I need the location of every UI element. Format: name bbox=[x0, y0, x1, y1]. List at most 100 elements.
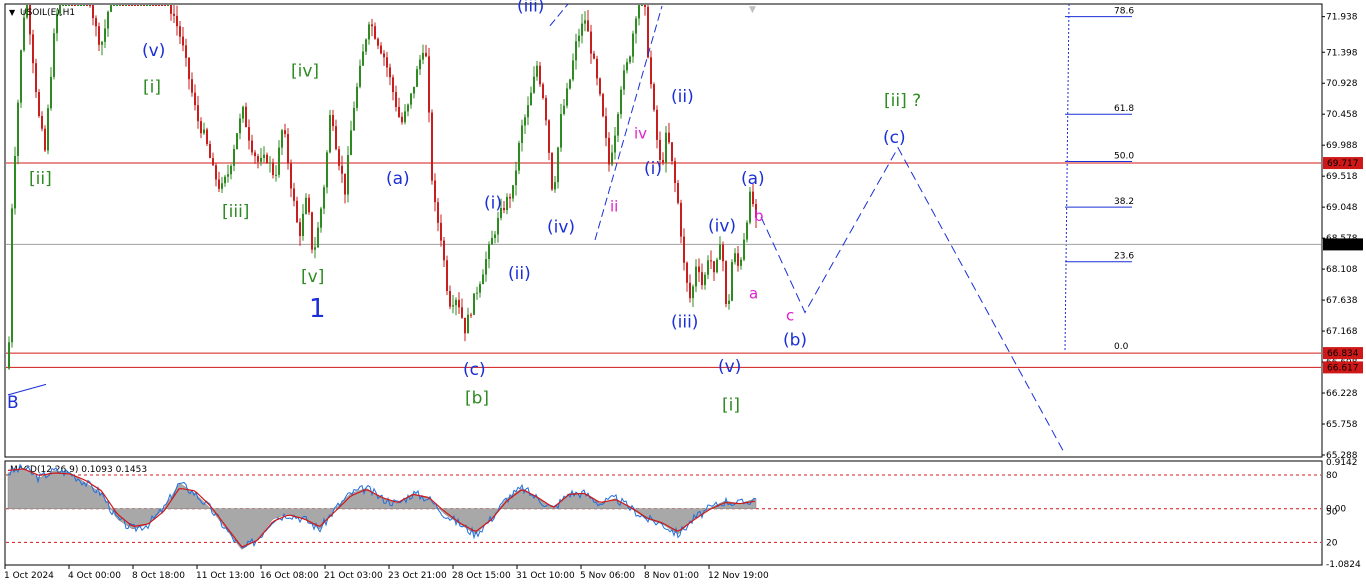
time-axis-label: 28 Oct 15:00 bbox=[452, 571, 511, 581]
candle-body bbox=[410, 93, 412, 105]
wave-label: (b) bbox=[783, 330, 807, 350]
price-tag-label: 68.483 bbox=[1327, 240, 1359, 250]
candle-body bbox=[197, 105, 199, 122]
candle-body bbox=[698, 266, 700, 273]
candle-body bbox=[593, 53, 595, 59]
candle-body bbox=[296, 200, 298, 223]
candle-body bbox=[440, 222, 442, 241]
candle-body bbox=[752, 191, 754, 205]
candle-body bbox=[275, 174, 277, 176]
wave-label: (i) bbox=[644, 159, 662, 179]
wave-label: (a) bbox=[741, 169, 765, 189]
dropdown-arrow-icon[interactable]: ▼ bbox=[9, 8, 16, 17]
candle-body bbox=[212, 158, 214, 166]
candle-body bbox=[473, 293, 475, 315]
time-axis-label: 11 Oct 13:00 bbox=[196, 571, 255, 581]
candle-body bbox=[332, 115, 334, 127]
candle-body bbox=[371, 24, 373, 27]
candle-body bbox=[101, 41, 103, 45]
fibonacci-level-label: 38.2 bbox=[1114, 197, 1134, 207]
candle-body bbox=[629, 56, 631, 63]
candle-body bbox=[638, 5, 640, 19]
time-axis-label: 4 Oct 00:00 bbox=[68, 571, 121, 581]
candle-body bbox=[194, 92, 196, 106]
candle-body bbox=[407, 104, 409, 112]
candle-body bbox=[623, 70, 625, 90]
candle-body bbox=[230, 165, 232, 175]
candle-body bbox=[74, 5, 76, 6]
candle-body bbox=[377, 38, 379, 46]
candle-body bbox=[671, 142, 673, 162]
price-axis-label: 69.518 bbox=[1326, 172, 1358, 182]
candle-body bbox=[140, 5, 142, 6]
chart-canvas[interactable]: 78.6 61.8 50.0 38.2 23.6 0.0 B (v) [i] [ii] [iii]… bbox=[0, 0, 1366, 588]
macd-axis-label: 20 bbox=[1326, 538, 1338, 548]
time-axis[interactable]: 1 Oct 2024 4 Oct 00:00 8 Oct 18:00 11 Oct 1… bbox=[4, 565, 769, 581]
price-axis-label: 71.938 bbox=[1326, 13, 1358, 23]
candle-body bbox=[200, 121, 202, 134]
price-axis-label: 69.988 bbox=[1326, 141, 1358, 151]
macd-axis-label: 0.9142 bbox=[1326, 458, 1358, 468]
candle-body bbox=[374, 26, 376, 39]
candle-body bbox=[335, 126, 337, 150]
candle-body bbox=[17, 102, 19, 156]
candle-body bbox=[503, 208, 505, 211]
macd-axis-label: 80 bbox=[1326, 471, 1338, 481]
candle-body bbox=[392, 77, 394, 93]
candle-body bbox=[314, 247, 316, 250]
candle-body bbox=[365, 39, 367, 52]
wave-label: iv bbox=[634, 124, 647, 142]
candle-body bbox=[38, 92, 40, 116]
candle-body bbox=[215, 165, 217, 180]
candle-body bbox=[608, 137, 610, 165]
candle-body bbox=[641, 5, 643, 6]
candle-body bbox=[689, 282, 691, 299]
candle-body bbox=[95, 18, 97, 27]
candle-body bbox=[422, 52, 424, 60]
price-axis[interactable]: 71.938 71.398 70.928 70.458 69.988 69.518 69.0… bbox=[1322, 13, 1358, 461]
candle-body bbox=[116, 5, 118, 6]
candle-body bbox=[359, 65, 361, 87]
candle-body bbox=[737, 253, 739, 266]
candle-body bbox=[320, 208, 322, 228]
main-chart-panel[interactable] bbox=[4, 3, 1323, 458]
candle-body bbox=[497, 217, 499, 235]
fibonacci-level-label: 23.6 bbox=[1114, 252, 1134, 262]
candle-body bbox=[317, 227, 319, 248]
candle-body bbox=[338, 149, 340, 166]
candle-body bbox=[203, 129, 205, 134]
candle-body bbox=[434, 180, 436, 203]
candle-body bbox=[173, 13, 175, 16]
price-axis-label: 67.168 bbox=[1326, 327, 1358, 337]
candle-body bbox=[452, 305, 454, 307]
candle-body bbox=[740, 259, 742, 266]
candle-body bbox=[86, 5, 88, 6]
candle-body bbox=[707, 260, 709, 275]
candle-body bbox=[251, 140, 253, 153]
candle-body bbox=[191, 79, 193, 93]
candle-body bbox=[152, 5, 154, 6]
candle-body bbox=[404, 111, 406, 123]
candle-body bbox=[488, 244, 490, 259]
candle-body bbox=[416, 69, 418, 87]
candle-body bbox=[161, 5, 163, 6]
candle-body bbox=[587, 20, 589, 32]
candle-body bbox=[77, 5, 79, 6]
fibonacci-level-label: 61.8 bbox=[1114, 104, 1134, 114]
price-axis-label: 70.458 bbox=[1326, 110, 1358, 120]
candle-body bbox=[347, 155, 349, 195]
candle-body bbox=[485, 258, 487, 275]
candle-body bbox=[476, 292, 478, 294]
candle-body bbox=[539, 65, 541, 85]
candle-body bbox=[536, 65, 538, 77]
candle-body bbox=[554, 182, 556, 190]
candle-body bbox=[494, 234, 496, 239]
candle-body bbox=[524, 117, 526, 126]
candle-body bbox=[413, 86, 415, 94]
candle-body bbox=[344, 173, 346, 195]
candle-body bbox=[260, 157, 262, 162]
candle-body bbox=[548, 120, 550, 153]
candle-body bbox=[602, 94, 604, 117]
time-axis-label: 8 Nov 01:00 bbox=[644, 571, 699, 581]
candle-body bbox=[155, 5, 157, 6]
